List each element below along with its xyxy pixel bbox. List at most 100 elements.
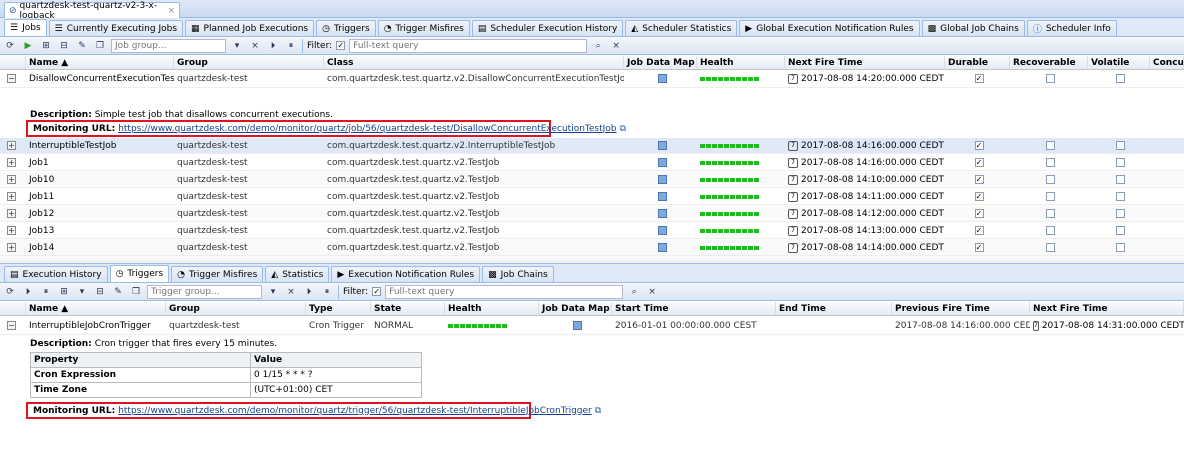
col-name[interactable]: Name ▲ xyxy=(26,302,166,315)
job-group-combo[interactable]: Job group... xyxy=(111,38,226,53)
col-volatile[interactable]: Volatile xyxy=(1088,56,1150,69)
tab-trigger-misfires[interactable]: ◔ Trigger Misfires xyxy=(377,20,470,36)
search-icon[interactable]: ⌕ xyxy=(627,285,641,299)
external-link-icon[interactable]: ⧉ xyxy=(620,124,626,134)
col-health[interactable]: Health xyxy=(445,302,539,315)
trigger-group-combo[interactable]: Trigger group... xyxy=(147,284,262,299)
edit-icon[interactable]: ✎ xyxy=(75,39,89,53)
col-start-time[interactable]: Start Time xyxy=(612,302,776,315)
col-group[interactable]: Group xyxy=(166,302,306,315)
tab-job-chains[interactable]: ▩ Job Chains xyxy=(482,266,554,282)
durable-checkbox[interactable]: ✓ xyxy=(974,141,984,150)
job-data-map[interactable] xyxy=(624,223,697,238)
durable-checkbox[interactable]: ✓ xyxy=(974,175,984,184)
job-data-map[interactable] xyxy=(624,189,697,204)
clear-icon[interactable]: × xyxy=(284,285,298,299)
close-icon[interactable]: × xyxy=(167,6,175,16)
pause-icon[interactable]: ⏸ xyxy=(320,285,334,299)
volatile-checkbox[interactable] xyxy=(1116,226,1125,235)
recoverable-checkbox[interactable] xyxy=(1046,209,1055,218)
volatile-checkbox[interactable] xyxy=(1116,74,1125,83)
remove-icon[interactable]: ⊟ xyxy=(93,285,107,299)
edit-icon[interactable]: ✎ xyxy=(111,285,125,299)
filter-checkbox[interactable]: ✓ xyxy=(336,41,346,50)
expand-toggle[interactable]: + xyxy=(4,172,24,187)
play-icon[interactable]: ⏵ xyxy=(21,285,35,299)
tab-jobs[interactable]: ☰ Jobs xyxy=(4,19,47,36)
col-concurrent[interactable]: Concu xyxy=(1150,56,1184,69)
tab-trigger-misfires[interactable]: ◔ Trigger Misfires xyxy=(171,266,264,282)
tab-triggers[interactable]: ◷ Triggers xyxy=(109,265,170,282)
job-data-map[interactable] xyxy=(624,138,697,153)
job-row[interactable]: + Job12 quartzdesk-test com.quartzdesk.t… xyxy=(0,206,1184,222)
job-row[interactable]: + Job14 quartzdesk-test com.quartzdesk.t… xyxy=(0,240,1184,256)
tab-scheduler-info[interactable]: ⓘ Scheduler Info xyxy=(1026,20,1117,36)
col-next-fire-time[interactable]: Next Fire Time xyxy=(1030,302,1184,315)
recoverable-checkbox[interactable] xyxy=(1046,175,1055,184)
monitoring-link[interactable]: https://www.quartzdesk.com/demo/monitor/… xyxy=(118,406,592,416)
col-group[interactable]: Group xyxy=(174,56,324,69)
job-row[interactable]: + Job10 quartzdesk-test com.quartzdesk.t… xyxy=(0,172,1184,188)
col-type[interactable]: Type xyxy=(306,302,371,315)
expand-toggle[interactable]: + xyxy=(4,189,24,204)
col-durable[interactable]: Durable xyxy=(945,56,1010,69)
volatile-checkbox[interactable] xyxy=(1116,158,1125,167)
expand-toggle[interactable]: + xyxy=(4,240,24,255)
durable-checkbox[interactable]: ✓ xyxy=(974,209,984,218)
col-end-time[interactable]: End Time xyxy=(776,302,892,315)
col-class[interactable]: Class xyxy=(324,56,624,69)
col-next-fire-time[interactable]: Next Fire Time xyxy=(785,56,945,69)
job-data-map[interactable] xyxy=(624,155,697,170)
tab-currently-executing[interactable]: ☰ Currently Executing Jobs xyxy=(48,20,184,36)
recoverable-checkbox[interactable] xyxy=(1046,243,1055,252)
volatile-checkbox[interactable] xyxy=(1116,141,1125,150)
play-icon[interactable]: ⏵ xyxy=(266,39,280,53)
tab-planned-executions[interactable]: ▦ Planned Job Executions xyxy=(185,20,315,36)
expand-toggle[interactable]: + xyxy=(4,138,24,153)
collapse-toggle[interactable]: − xyxy=(4,70,24,87)
search-icon[interactable]: ⌕ xyxy=(591,39,605,53)
job-row-expanded[interactable]: − DisallowConcurrentExecutionTestJ... qu… xyxy=(0,70,1184,88)
tab-job-chains[interactable]: ▩ Global Job Chains xyxy=(921,20,1025,36)
volatile-checkbox[interactable] xyxy=(1116,192,1125,201)
expand-all-icon[interactable]: ⊞ xyxy=(39,39,53,53)
durable-checkbox[interactable]: ✓ xyxy=(974,226,984,235)
job-data-map[interactable] xyxy=(624,70,697,87)
refresh-icon[interactable]: ⟳ xyxy=(3,285,17,299)
clear-filter-icon[interactable]: × xyxy=(645,285,659,299)
collapse-toggle[interactable]: − xyxy=(4,317,24,334)
monitoring-link[interactable]: https://www.quartzdesk.com/demo/monitor/… xyxy=(118,124,616,134)
volatile-checkbox[interactable] xyxy=(1116,175,1125,184)
col-name[interactable]: Name ▲ xyxy=(26,56,174,69)
durable-checkbox[interactable]: ✓ xyxy=(974,243,984,252)
expand-toggle[interactable]: + xyxy=(4,155,24,170)
copy-icon[interactable]: ❐ xyxy=(129,285,143,299)
external-link-icon[interactable]: ⧉ xyxy=(595,406,601,416)
pause-icon[interactable]: ⏸ xyxy=(39,285,53,299)
tab-notification-rules[interactable]: ▶ Global Execution Notification Rules xyxy=(739,20,920,36)
chevron-down-icon[interactable]: ▾ xyxy=(75,285,89,299)
play-icon[interactable]: ⏵ xyxy=(302,285,316,299)
job-row[interactable]: + Job13 quartzdesk-test com.quartzdesk.t… xyxy=(0,223,1184,239)
col-previous-fire-time[interactable]: Previous Fire Time xyxy=(892,302,1030,315)
job-row[interactable]: + Job11 quartzdesk-test com.quartzdesk.t… xyxy=(0,189,1184,205)
job-data-map[interactable] xyxy=(624,206,697,221)
durable-checkbox[interactable]: ✓ xyxy=(974,74,984,83)
expand-toggle[interactable]: + xyxy=(4,223,24,238)
copy-icon[interactable]: ❐ xyxy=(93,39,107,53)
add-icon[interactable]: ⊞ xyxy=(57,285,71,299)
filter-checkbox[interactable]: ✓ xyxy=(372,287,382,296)
volatile-checkbox[interactable] xyxy=(1116,243,1125,252)
clear-icon[interactable]: × xyxy=(248,39,262,53)
job-data-map[interactable] xyxy=(539,317,612,334)
chevron-down-icon[interactable]: ▾ xyxy=(266,285,280,299)
job-row[interactable]: + InterruptibleTestJob quartzdesk-test c… xyxy=(0,138,1184,154)
volatile-checkbox[interactable] xyxy=(1116,209,1125,218)
collapse-all-icon[interactable]: ⊟ xyxy=(57,39,71,53)
recoverable-checkbox[interactable] xyxy=(1046,74,1055,83)
tab-statistics[interactable]: ◭ Scheduler Statistics xyxy=(625,20,738,36)
col-state[interactable]: State xyxy=(371,302,445,315)
chevron-down-icon[interactable]: ▾ xyxy=(230,39,244,53)
job-filter-input[interactable]: Full-text query xyxy=(349,38,588,53)
recoverable-checkbox[interactable] xyxy=(1046,192,1055,201)
